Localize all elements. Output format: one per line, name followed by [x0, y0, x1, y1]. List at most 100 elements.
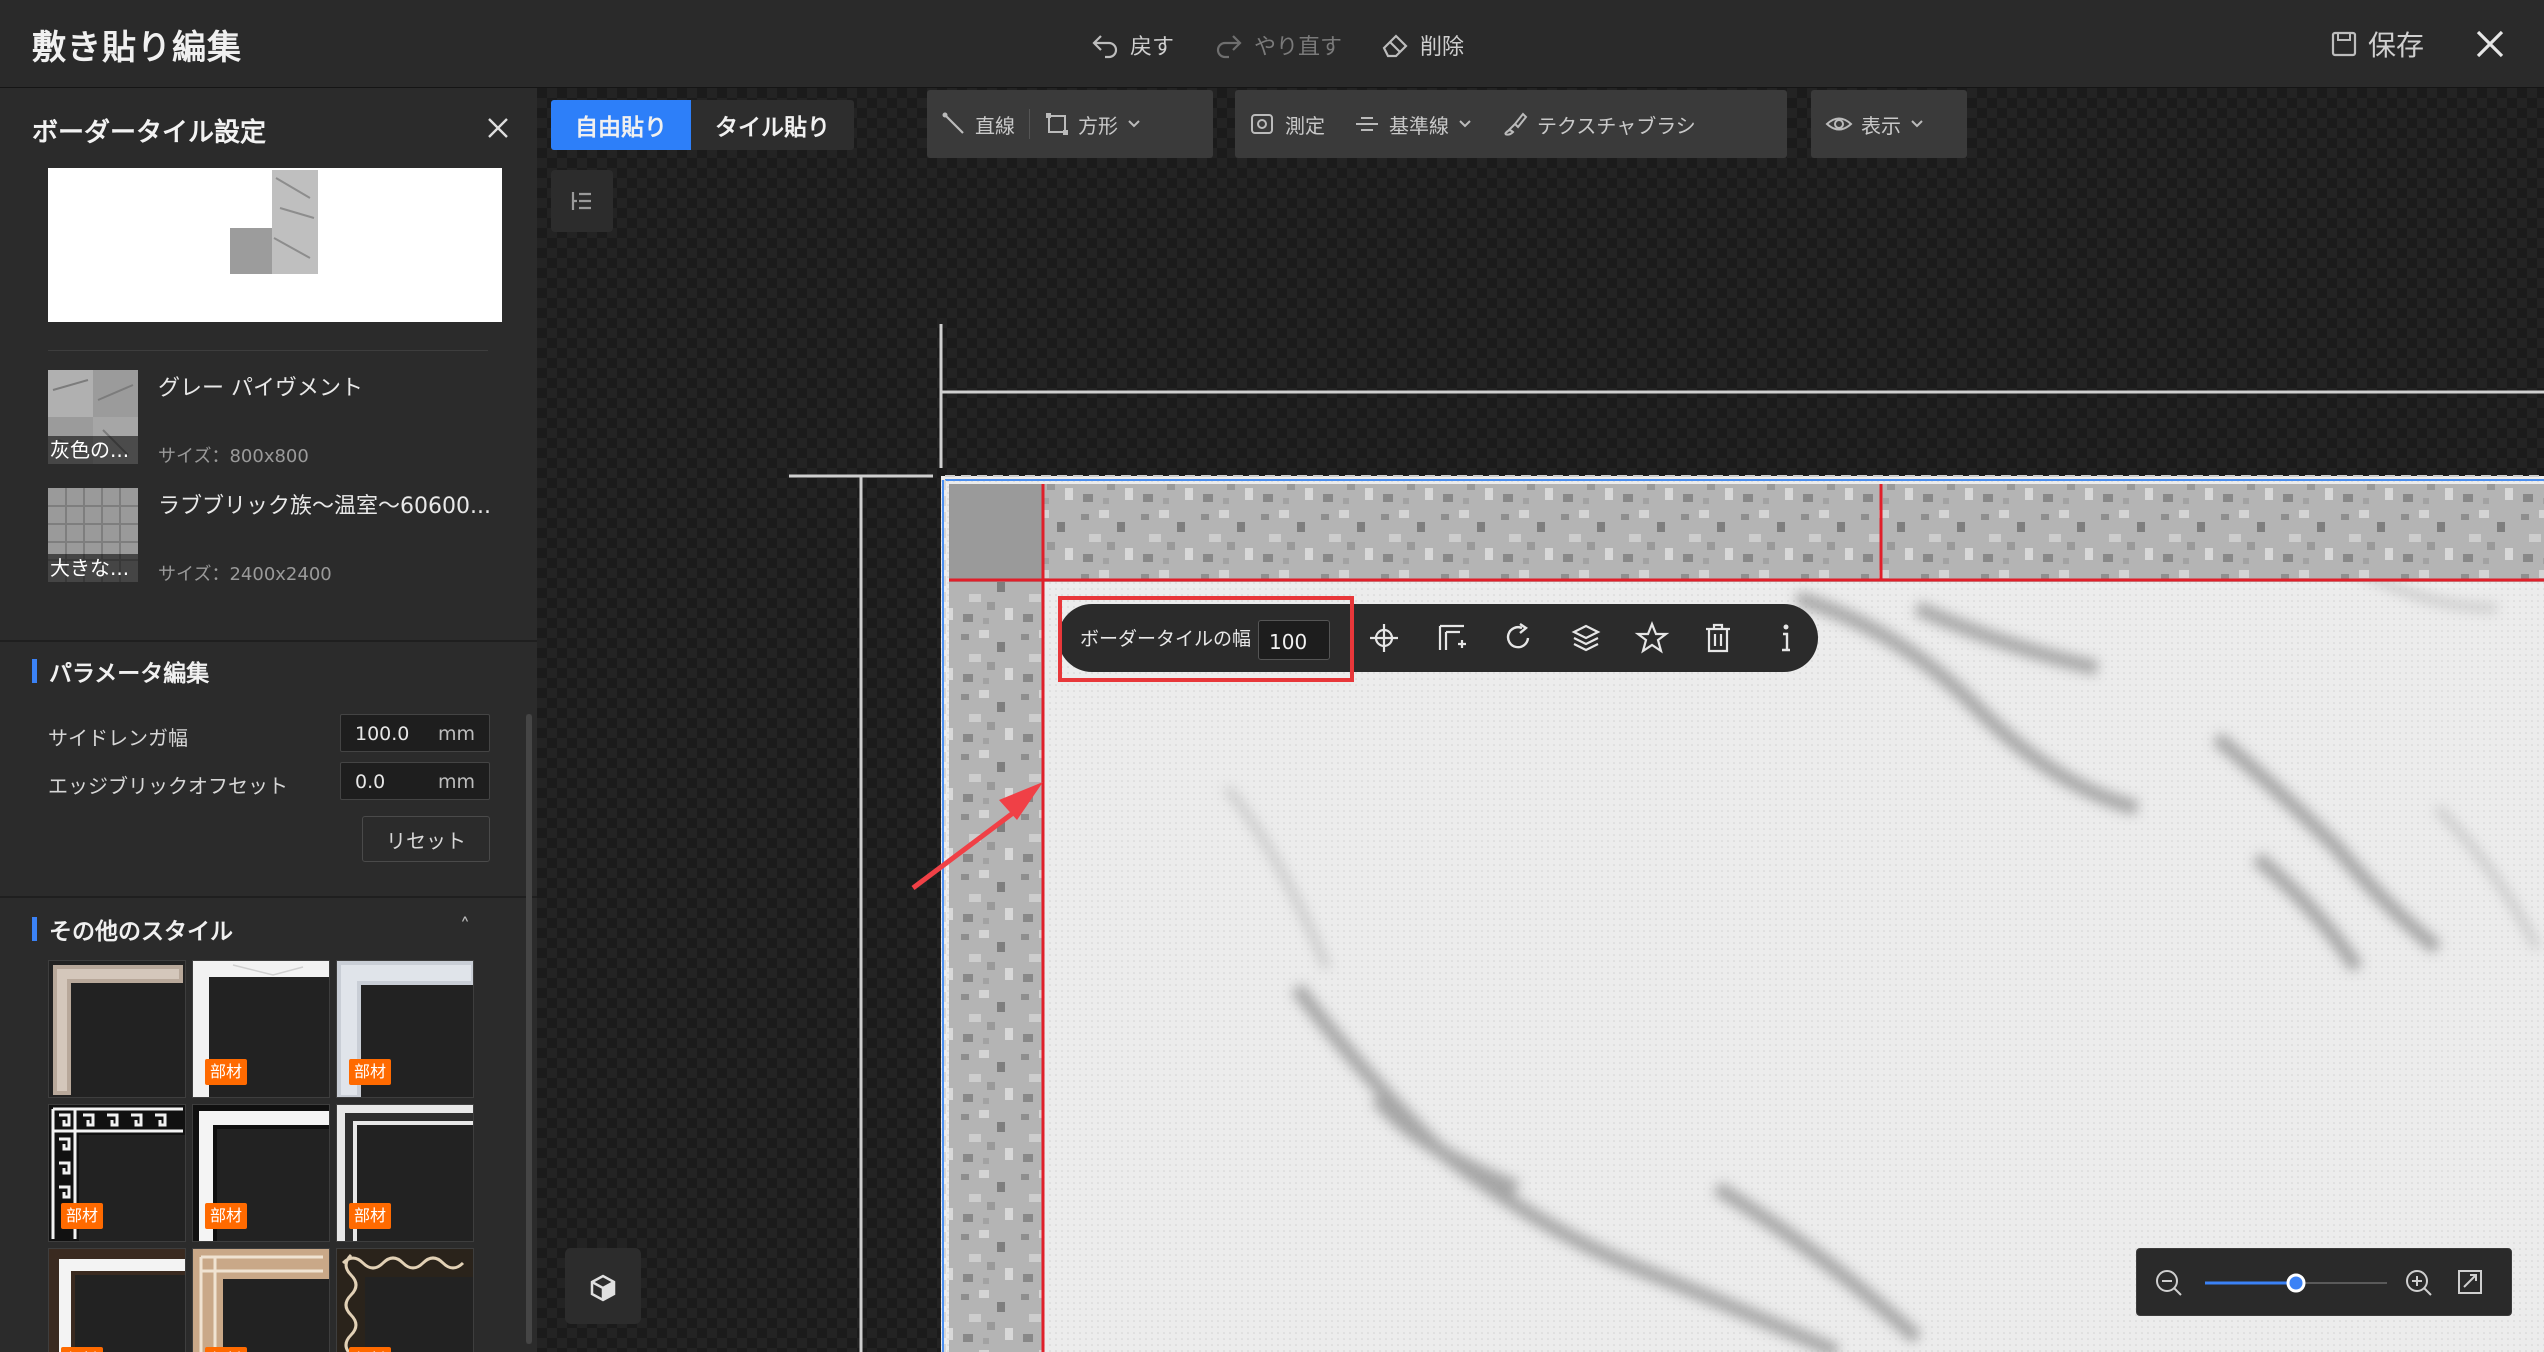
zoom-control	[2136, 1248, 2512, 1316]
material-size: サイズ：800x800	[158, 446, 309, 467]
top-bar: 敷き貼り編集 戻す やり直す 削除 保存	[0, 0, 2544, 88]
layers-icon[interactable]	[1568, 620, 1604, 656]
material-item[interactable]: 灰色の... グレー パイヴメント サイズ：800x800	[48, 370, 502, 480]
fit-screen-icon[interactable]	[2458, 1270, 2482, 1294]
undo-label: 戻す	[1130, 35, 1175, 60]
star-icon[interactable]	[1634, 620, 1670, 656]
trash-icon[interactable]	[1700, 620, 1736, 656]
edge-brick-offset-input[interactable]: 0.0 mm	[340, 762, 490, 800]
measure-tool-label: 測定	[1285, 113, 1325, 138]
zoom-slider-handle[interactable]	[2286, 1273, 2306, 1293]
tab-free-paste[interactable]: 自由貼り	[551, 100, 691, 150]
other-styles-title-label: その他のスタイル	[49, 919, 233, 945]
section-marker	[32, 917, 37, 941]
close-editor-icon[interactable]	[2470, 24, 2510, 64]
section-divider	[0, 640, 537, 642]
undo-button[interactable]: 戻す	[1090, 24, 1174, 66]
chevron-down-icon	[1911, 120, 1923, 128]
left-border-tile	[949, 484, 1043, 1352]
style-badge: 部材	[61, 1203, 104, 1229]
add-corner-icon[interactable]	[1434, 620, 1470, 656]
section-divider	[0, 896, 537, 898]
material-name: ラブブリック族～温室～60600...	[158, 494, 491, 519]
panel-close-icon[interactable]	[484, 114, 512, 142]
edge-brick-offset-label: エッジブリックオフセット	[48, 774, 288, 798]
texture-brush-label: テクスチャブラシ	[1537, 113, 1696, 138]
redo-icon	[1216, 35, 1242, 59]
tab-tile-paste[interactable]: タイル貼り	[691, 100, 854, 150]
display-tool[interactable]: 表示	[1811, 90, 1939, 158]
style-thumbnail[interactable]: 部材	[336, 960, 474, 1098]
style-thumbnail[interactable]: 部材	[48, 1104, 186, 1242]
style-thumbnail[interactable]: 部材	[336, 1104, 474, 1242]
material-thumbnail: 灰色の...	[48, 370, 138, 464]
scrollbar-thumb[interactable]	[526, 714, 532, 1344]
style-thumbnail[interactable]: 部材	[192, 1248, 330, 1352]
move-crosshair-icon[interactable]	[1366, 620, 1402, 656]
measure-tool[interactable]: 測定	[1235, 90, 1339, 158]
style-thumbnail[interactable]: 部材	[336, 1248, 474, 1352]
editor-canvas[interactable]: 自由貼り タイル貼り 直線 方形 測定 基準線 テクスチャブラシ 表示	[537, 88, 2544, 1352]
style-grid: 部材 部材 部材 部材 部材 部材 部材 部材	[48, 960, 474, 1352]
material-item[interactable]: 大きな... ラブブリック族～温室～60600... サイズ：2400x2400	[48, 488, 502, 598]
display-tools-group: 表示	[1811, 90, 1967, 158]
reset-button[interactable]: リセット	[362, 816, 490, 862]
delete-label: 削除	[1420, 35, 1465, 60]
list-icon	[571, 192, 591, 210]
eye-icon	[1825, 117, 1853, 131]
side-brick-width-input[interactable]: 100.0 mm	[340, 714, 490, 752]
material-caption: 灰色の...	[48, 436, 138, 464]
cube-icon	[590, 1274, 616, 1302]
zoom-in-icon[interactable]	[2406, 1270, 2432, 1296]
param-value: 100.0	[355, 723, 410, 745]
undo-icon	[1092, 35, 1118, 59]
tape-measure-icon	[1251, 114, 1273, 134]
eraser-icon	[1382, 34, 1408, 58]
style-thumbnail[interactable]: 部材	[48, 1248, 186, 1352]
baseline-icon	[1356, 117, 1378, 131]
panel-title: ボーダータイル設定	[32, 118, 267, 148]
rotate-icon[interactable]	[1500, 620, 1536, 656]
baseline-tool[interactable]: 基準線	[1339, 90, 1487, 158]
style-badge: 部材	[349, 1203, 392, 1229]
layer-list-button[interactable]	[551, 170, 613, 232]
style-badge: 部材	[349, 1059, 392, 1085]
border-preview	[48, 168, 502, 322]
style-badge: 部材	[61, 1347, 104, 1352]
save-icon	[2331, 31, 2357, 57]
preview-image	[230, 170, 318, 274]
save-label: 保存	[2368, 29, 2425, 62]
delete-button[interactable]: 削除	[1380, 24, 1464, 66]
texture-brush-tool[interactable]: テクスチャブラシ	[1487, 90, 1710, 158]
info-icon[interactable]	[1768, 620, 1804, 656]
style-badge: 部材	[205, 1203, 248, 1229]
display-tool-label: 表示	[1861, 113, 1901, 138]
redo-button[interactable]: やり直す	[1214, 24, 1342, 66]
redo-label: やり直す	[1254, 35, 1343, 60]
section-marker	[32, 659, 37, 683]
param-unit: mm	[437, 723, 475, 745]
border-width-input[interactable]: 100	[1258, 620, 1330, 660]
save-button[interactable]: 保存	[2330, 24, 2424, 64]
param-unit: mm	[437, 771, 475, 793]
line-tool[interactable]: 直線	[927, 90, 1029, 158]
style-badge: 部材	[205, 1347, 248, 1352]
rect-tool[interactable]: 方形	[1030, 90, 1156, 158]
view-3d-button[interactable]	[565, 1248, 641, 1324]
mode-tabs: 自由貼り タイル貼り	[551, 100, 854, 150]
draw-tools-group: 直線 方形	[927, 90, 1213, 158]
other-styles-section-title: その他のスタイル	[32, 912, 233, 946]
top-border-tile	[949, 484, 2544, 582]
brush-icon	[1504, 112, 1528, 136]
drawing-layer	[789, 324, 2544, 1352]
zoom-out-icon[interactable]	[2156, 1270, 2182, 1296]
style-thumbnail[interactable]	[48, 960, 186, 1098]
material-caption: 大きな...	[48, 554, 138, 582]
style-thumbnail[interactable]: 部材	[192, 1104, 330, 1242]
side-brick-width-label: サイドレンガ幅	[48, 726, 188, 750]
style-thumbnail[interactable]: 部材	[192, 960, 330, 1098]
left-panel: ボーダータイル設定 灰色の... グレー パイヴメント サイズ：800x800 …	[0, 88, 537, 1352]
line-icon	[942, 112, 964, 134]
collapse-icon[interactable]: ˄	[460, 914, 470, 938]
material-thumbnail: 大きな...	[48, 488, 138, 582]
